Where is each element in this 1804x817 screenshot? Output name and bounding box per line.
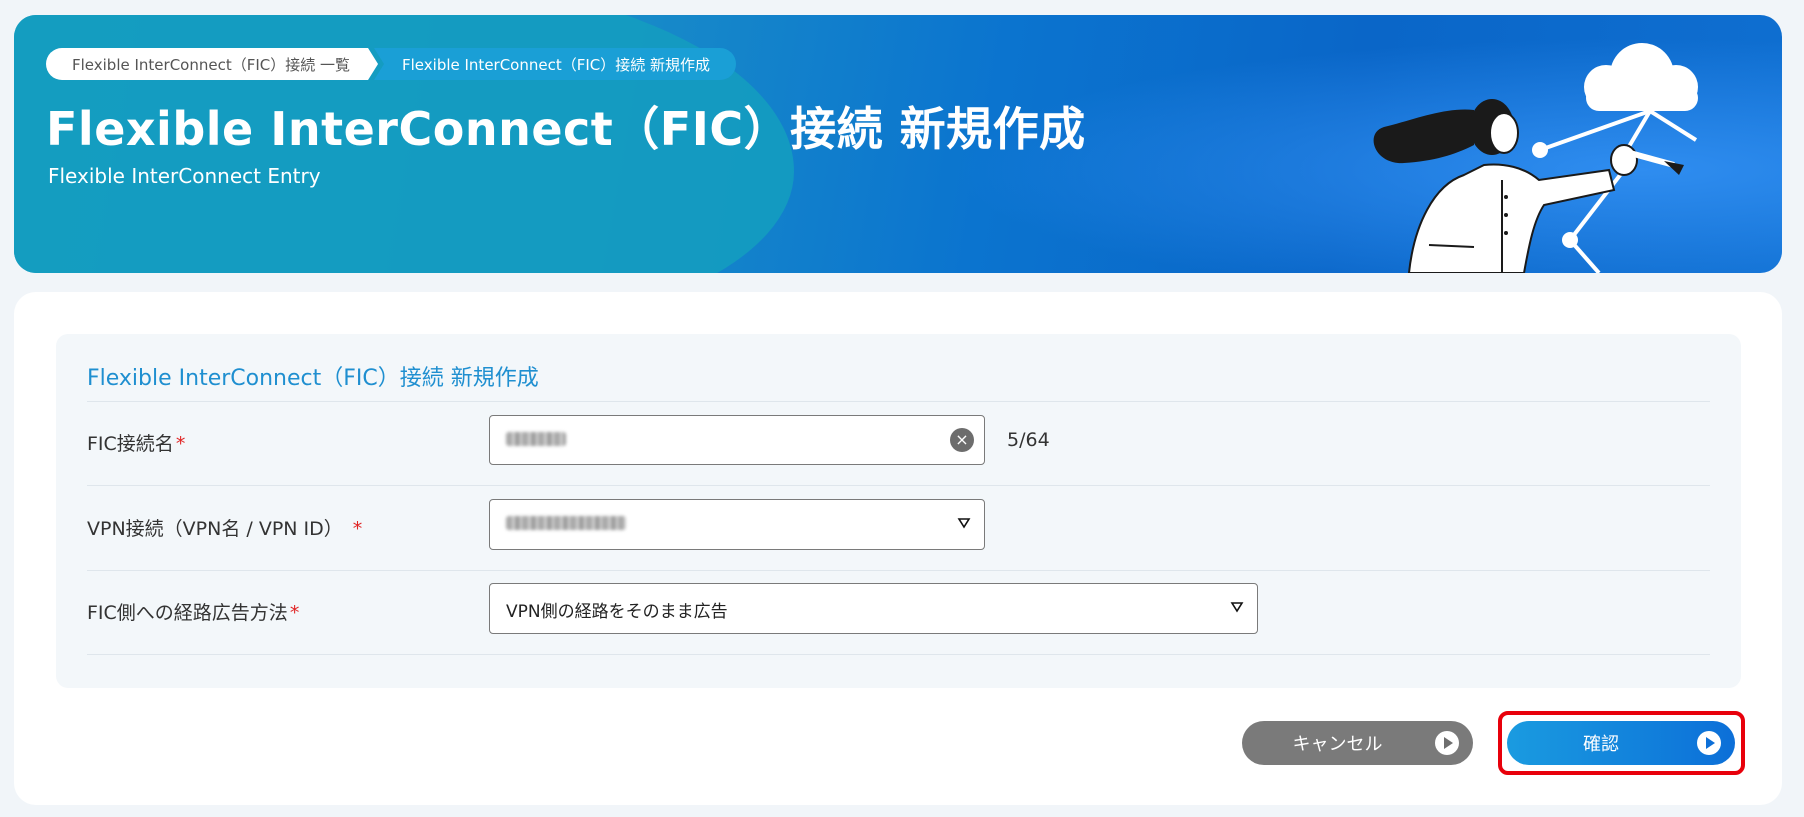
vpn-connection-label: VPN接続（VPN名 / VPN ID） * bbox=[87, 514, 362, 541]
woman-drawing-network-illustration bbox=[1373, 43, 1698, 273]
form-section-title: Flexible InterConnect（FIC）接続 新規作成 bbox=[87, 366, 539, 391]
required-mark: * bbox=[289, 602, 300, 624]
route-advertise-label-text: FIC側への経路広告方法 bbox=[87, 602, 288, 624]
chevron-down-icon[interactable] bbox=[956, 515, 972, 531]
required-mark: * bbox=[175, 433, 186, 455]
vpn-connection-select[interactable] bbox=[489, 499, 985, 550]
play-arrow-icon bbox=[1435, 731, 1459, 755]
fic-name-input[interactable]: × bbox=[489, 415, 985, 465]
play-arrow-icon bbox=[1697, 731, 1721, 755]
confirm-button[interactable]: 確認 bbox=[1507, 721, 1735, 765]
route-advertise-label: FIC側への経路広告方法 * bbox=[87, 598, 299, 625]
cancel-button[interactable]: キャンセル bbox=[1242, 721, 1473, 765]
fic-name-label: FIC接続名 * bbox=[87, 429, 185, 456]
divider bbox=[87, 485, 1710, 486]
fic-name-label-text: FIC接続名 bbox=[87, 433, 174, 455]
required-mark: * bbox=[352, 518, 363, 540]
page-subtitle: Flexible InterConnect Entry bbox=[48, 164, 321, 188]
breadcrumb-item-fic-list[interactable]: Flexible InterConnect（FIC）接続 一覧 bbox=[46, 48, 378, 80]
divider bbox=[87, 570, 1710, 571]
divider bbox=[87, 654, 1710, 655]
route-advertise-selected-value: VPN側の経路をそのまま広告 bbox=[506, 602, 728, 622]
breadcrumb-item-current: Flexible InterConnect（FIC）接続 新規作成 bbox=[374, 48, 737, 80]
redacted-value bbox=[506, 516, 626, 530]
page-title: Flexible InterConnect（FIC）接続 新規作成 bbox=[46, 102, 1086, 156]
character-counter: 5/64 bbox=[1007, 429, 1050, 451]
main-card: Flexible InterConnect（FIC）接続 新規作成 FIC接続名… bbox=[14, 292, 1782, 805]
redacted-value bbox=[506, 432, 566, 446]
chevron-down-icon[interactable] bbox=[1229, 599, 1245, 615]
confirm-button-label: 確認 bbox=[1583, 734, 1619, 755]
cancel-button-label: キャンセル bbox=[1292, 734, 1383, 755]
divider bbox=[87, 401, 1710, 402]
clear-input-icon[interactable]: × bbox=[950, 428, 974, 452]
breadcrumb: Flexible InterConnect（FIC）接続 一覧 Flexible… bbox=[46, 48, 737, 80]
page-header-banner: Flexible InterConnect（FIC）接続 一覧 Flexible… bbox=[14, 15, 1782, 273]
fic-entry-form: Flexible InterConnect（FIC）接続 新規作成 FIC接続名… bbox=[56, 334, 1741, 688]
vpn-connection-label-text: VPN接続（VPN名 / VPN ID） bbox=[87, 518, 343, 540]
route-advertise-select[interactable]: VPN側の経路をそのまま広告 bbox=[489, 583, 1258, 634]
